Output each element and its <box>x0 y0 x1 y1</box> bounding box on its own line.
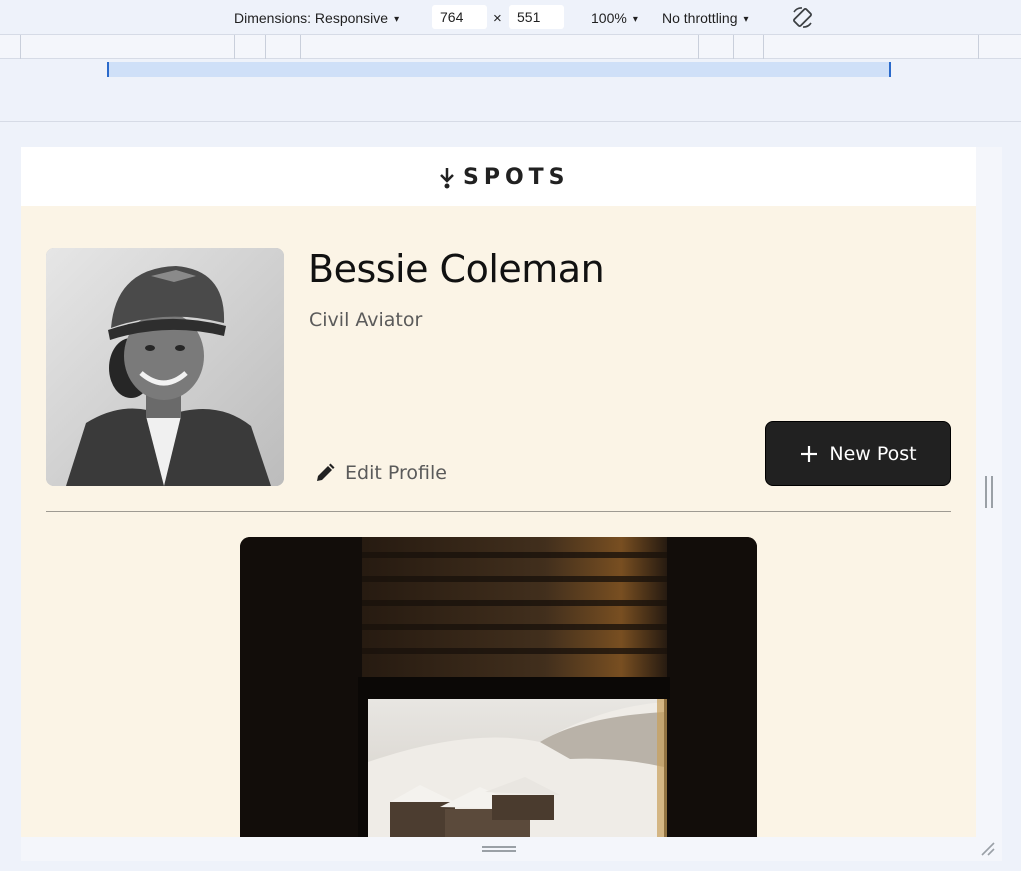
edit-profile-label: Edit Profile <box>345 462 447 484</box>
chevron-down-icon: ▾ <box>394 14 400 25</box>
chevron-down-icon: ▾ <box>632 14 638 25</box>
zoom-dropdown[interactable]: 100% ▾ <box>591 10 638 26</box>
throttling-dropdown[interactable]: No throttling ▾ <box>662 10 749 26</box>
profile-avatar <box>46 248 284 486</box>
site-header: SPOTS <box>21 147 976 206</box>
width-input[interactable]: 764 <box>432 5 487 29</box>
media-query-bar <box>0 59 1021 122</box>
device-ruler <box>0 35 1021 59</box>
resize-handle-right[interactable] <box>985 476 993 508</box>
logo-text: SPOTS <box>463 165 570 190</box>
resize-handle-bottom[interactable] <box>482 846 516 852</box>
plus-icon <box>801 445 818 462</box>
pencil-icon <box>317 463 335 481</box>
spots-logo-icon <box>440 167 454 188</box>
new-post-label: New Post <box>829 442 917 465</box>
rotate-icon[interactable] <box>790 6 816 30</box>
profile-name: Bessie Coleman <box>308 247 605 291</box>
site-logo[interactable]: SPOTS <box>439 165 570 190</box>
dimensions-dropdown[interactable]: Dimensions: Responsive ▾ <box>234 10 399 26</box>
times-symbol: × <box>493 10 502 27</box>
dimensions-label: Dimensions: Responsive <box>234 10 389 26</box>
zoom-label: 100% <box>591 10 627 26</box>
chevron-down-icon: ▾ <box>743 14 749 25</box>
height-input[interactable]: 551 <box>509 5 564 29</box>
section-divider <box>46 511 951 512</box>
devtools-device-toolbar: Dimensions: Responsive ▾ 764 × 551 100% ▾ … <box>0 0 1021 35</box>
post-card-image[interactable] <box>240 537 757 837</box>
profile-title: Civil Aviator <box>309 309 423 331</box>
media-query-range[interactable] <box>107 62 891 77</box>
edit-profile-button[interactable]: Edit Profile <box>315 459 447 487</box>
page-viewport: SPOTS Bessie Coleman Civil Aviator Edit … <box>21 147 976 837</box>
resize-corner-icon[interactable] <box>980 841 996 857</box>
new-post-button[interactable]: New Post <box>765 421 951 486</box>
throttling-label: No throttling <box>662 10 738 26</box>
